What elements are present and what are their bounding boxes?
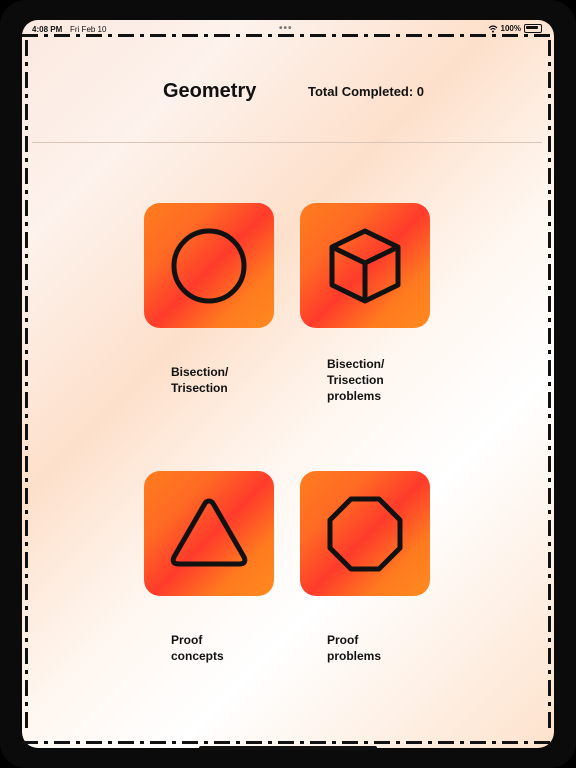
- topic-card-proof-concepts[interactable]: [144, 471, 274, 596]
- app-screen: 4:08 PM Fri Feb 10 ••• 100% Geometry Tot…: [22, 20, 554, 748]
- circle-icon: [171, 228, 247, 303]
- header-divider: [32, 142, 542, 143]
- multitask-dots-icon[interactable]: •••: [279, 23, 293, 34]
- topic-label-proof-problems[interactable]: Proof problems: [327, 632, 381, 664]
- left-dashed-border: [25, 40, 28, 730]
- battery-icon: [524, 24, 542, 33]
- status-indicators: 100%: [488, 24, 542, 33]
- topic-card-bisection-trisection[interactable]: [144, 203, 274, 328]
- topic-label-bisection-trisection[interactable]: Bisection/ Trisection: [171, 364, 228, 396]
- topic-card-proof-problems[interactable]: [300, 471, 430, 596]
- status-time: 4:08 PM: [32, 25, 63, 34]
- topic-label-bisection-trisection-problems[interactable]: Bisection/ Trisection problems: [327, 356, 384, 404]
- total-completed: Total Completed: 0: [308, 84, 425, 99]
- top-dashed-border: [22, 34, 554, 37]
- home-indicator[interactable]: [199, 746, 377, 750]
- bottom-dashed-border: [22, 741, 554, 744]
- octagon-icon: [327, 496, 403, 571]
- status-date: Fri Feb 10: [70, 25, 107, 34]
- right-dashed-border: [548, 40, 551, 730]
- battery-percent: 100%: [500, 24, 521, 33]
- topic-card-bisection-trisection-problems[interactable]: [300, 203, 430, 328]
- topic-label-proof-concepts[interactable]: Proof concepts: [171, 632, 224, 664]
- cube-icon: [329, 228, 401, 303]
- wifi-icon: [488, 24, 497, 33]
- page-title: Geometry: [163, 80, 257, 102]
- triangle-icon: [170, 498, 248, 566]
